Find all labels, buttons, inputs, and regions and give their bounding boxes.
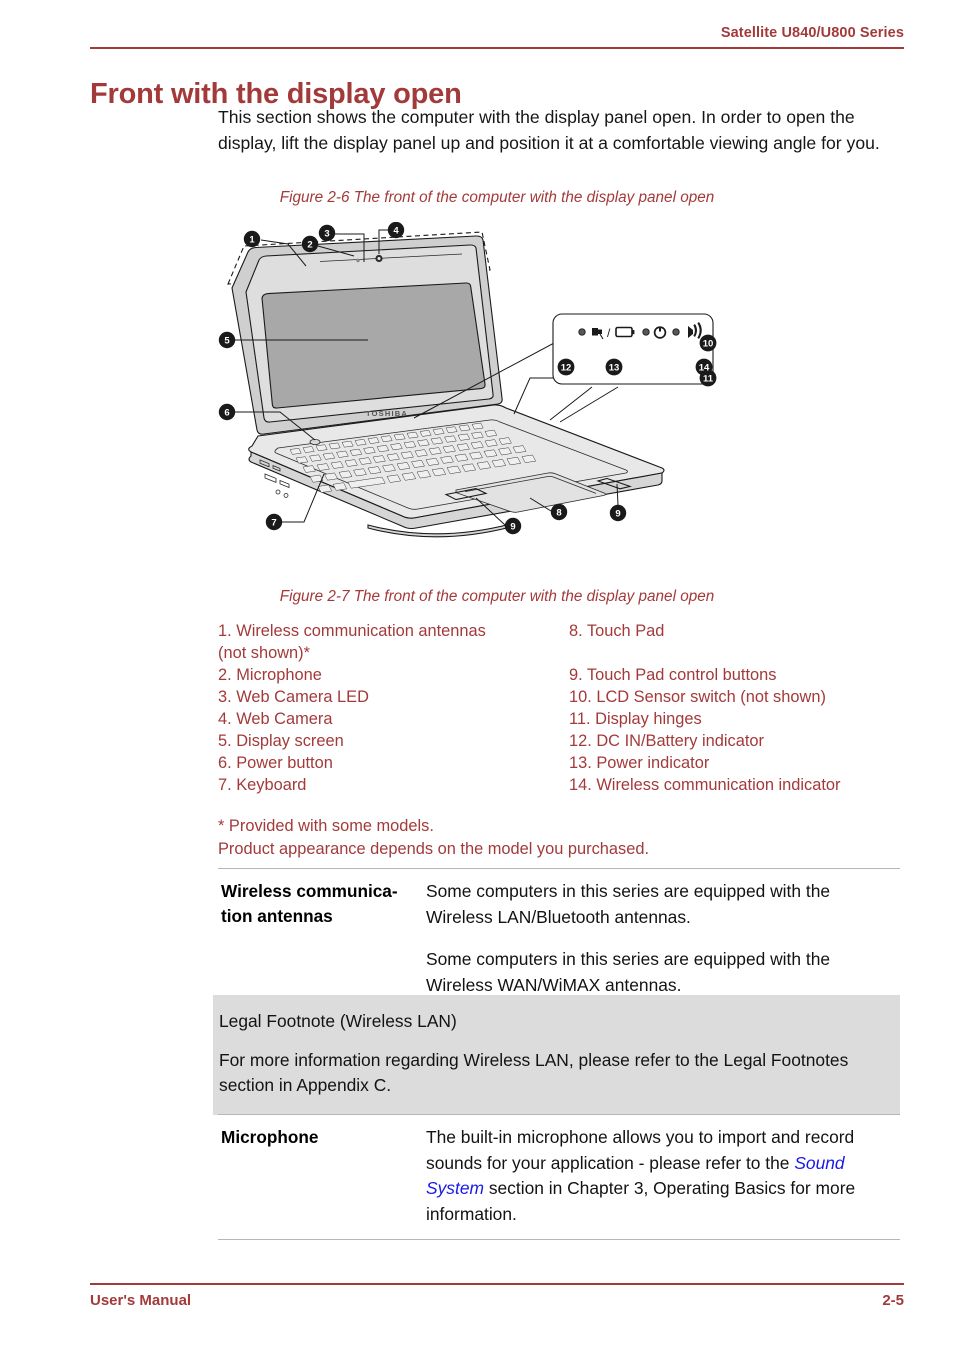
legend-item-12: 12. DC IN/Battery indicator	[569, 732, 764, 750]
svg-text:5: 5	[224, 336, 230, 347]
callout-14: 14	[695, 358, 713, 376]
legend-item-2: 2. Microphone	[218, 666, 322, 684]
svg-text:9: 9	[615, 509, 620, 520]
definition-term-wireless-antennas: Wireless communica- tion antennas	[221, 881, 398, 926]
callout-7: 7	[265, 513, 283, 531]
svg-text:4: 4	[393, 226, 399, 237]
callout-2: 2	[301, 235, 319, 253]
microphone-text-after: section in Chapter 3, Operating Basics f…	[426, 1178, 856, 1224]
svg-text:10: 10	[703, 339, 714, 350]
callout-9-right: 9	[609, 504, 627, 522]
legend-item-4: 4. Web Camera	[218, 710, 333, 728]
microphone-rule-bottom	[218, 1239, 900, 1240]
callout-9-left: 9	[504, 517, 522, 535]
callout-10: 10	[699, 334, 717, 352]
svg-text:9: 9	[510, 522, 515, 533]
legend-item-11: 11. Display hinges	[569, 710, 702, 728]
microphone-text-before: The built-in microphone allows you to im…	[426, 1127, 855, 1173]
definition-term-microphone: Microphone	[221, 1127, 319, 1147]
figure-caption-bottom: Figure 2-7 The front of the computer wit…	[279, 588, 715, 605]
laptop-illustration: .ln { stroke:#1a1a1a; stroke-width:1.1; …	[218, 222, 738, 550]
figure-legend: 1. Wireless communication antennas (not …	[218, 620, 908, 796]
footer-divider	[90, 1283, 904, 1285]
definition-paragraph-2: Some computers in this series are equipp…	[426, 949, 831, 995]
legend-item-5: 5. Display screen	[218, 732, 344, 750]
page-footer: User's Manual 2-5	[90, 1283, 904, 1310]
definition-paragraph-1: Some computers in this series are equipp…	[426, 881, 831, 927]
power-led	[642, 328, 650, 336]
definition-description-wireless-antennas: Some computers in this series are equipp…	[426, 879, 900, 998]
legal-footnote-box: Legal Footnote (Wireless LAN) For more i…	[213, 995, 900, 1115]
legend-column-left: 1. Wireless communication antennas (not …	[218, 620, 557, 796]
legend-item-13: 13. Power indicator	[569, 754, 710, 772]
svg-text:1: 1	[249, 235, 255, 246]
legend-notes: * Provided with some models. Product app…	[218, 815, 908, 860]
svg-text:13: 13	[609, 363, 620, 374]
legal-footnote-body: For more information regarding Wireless …	[219, 1049, 849, 1096]
legend-item-14: 14. Wireless communication indicator	[569, 776, 841, 794]
dc-in-battery-led	[578, 328, 586, 336]
page-header: Satellite U840/U800 Series	[90, 24, 904, 49]
legend-item-8: 8. Touch Pad	[569, 622, 665, 640]
legend-item-6: 6. Power button	[218, 754, 333, 772]
callout-6: 6	[218, 403, 236, 421]
callout-12: 12	[557, 358, 575, 376]
intro-paragraph: This section shows the computer with the…	[218, 107, 880, 153]
definition-wireless-antennas: Wireless communica- tion antennas Some c…	[218, 868, 900, 1011]
svg-text:2: 2	[307, 240, 312, 251]
footer-manual-label: User's Manual	[90, 1292, 192, 1309]
legend-item-3: 3. Web Camera LED	[218, 688, 369, 706]
callout-13: 13	[605, 358, 623, 376]
footer-page-number: 2-5	[882, 1292, 904, 1309]
legend-item-9: 9. Touch Pad control buttons	[569, 666, 777, 684]
display-screen-area	[261, 282, 486, 409]
definition-microphone: Microphone The built-in microphone allow…	[218, 1114, 900, 1240]
power-button	[309, 438, 321, 445]
header-divider	[90, 47, 904, 49]
callout-4: 4	[387, 222, 405, 239]
legend-note-appearance: Product appearance depends on the model …	[218, 839, 650, 858]
legend-item-10: 10. LCD Sensor switch (not shown)	[569, 688, 826, 706]
legend-note-asterisk: * Provided with some models.	[218, 817, 434, 835]
legend-item-1: 1. Wireless communication antennas (not …	[218, 622, 486, 662]
header-series-title: Satellite U840/U800 Series	[720, 25, 904, 41]
web-camera-led	[356, 258, 360, 263]
callout-3: 3	[318, 224, 336, 242]
svg-text:12: 12	[561, 363, 572, 374]
legend-item-7: 7. Keyboard	[218, 776, 307, 794]
definition-description-microphone: The built-in microphone allows you to im…	[426, 1125, 900, 1227]
callout-1: 1	[243, 230, 261, 248]
svg-text:3: 3	[324, 229, 329, 240]
callout-5: 5	[218, 331, 236, 349]
svg-text:8: 8	[556, 508, 561, 519]
callout-8: 8	[550, 503, 568, 521]
svg-text:6: 6	[224, 408, 229, 419]
wireless-led	[672, 328, 680, 336]
legal-footnote-heading: Legal Footnote (Wireless LAN)	[219, 1011, 457, 1031]
indicator-panel-inset: /	[552, 313, 714, 385]
svg-text:7: 7	[271, 518, 276, 529]
legend-column-right: 8. Touch Pad 9. Touch Pad control button…	[557, 620, 908, 796]
figure-caption-top: Figure 2-6 The front of the computer wit…	[279, 189, 715, 206]
svg-text:14: 14	[699, 363, 710, 374]
